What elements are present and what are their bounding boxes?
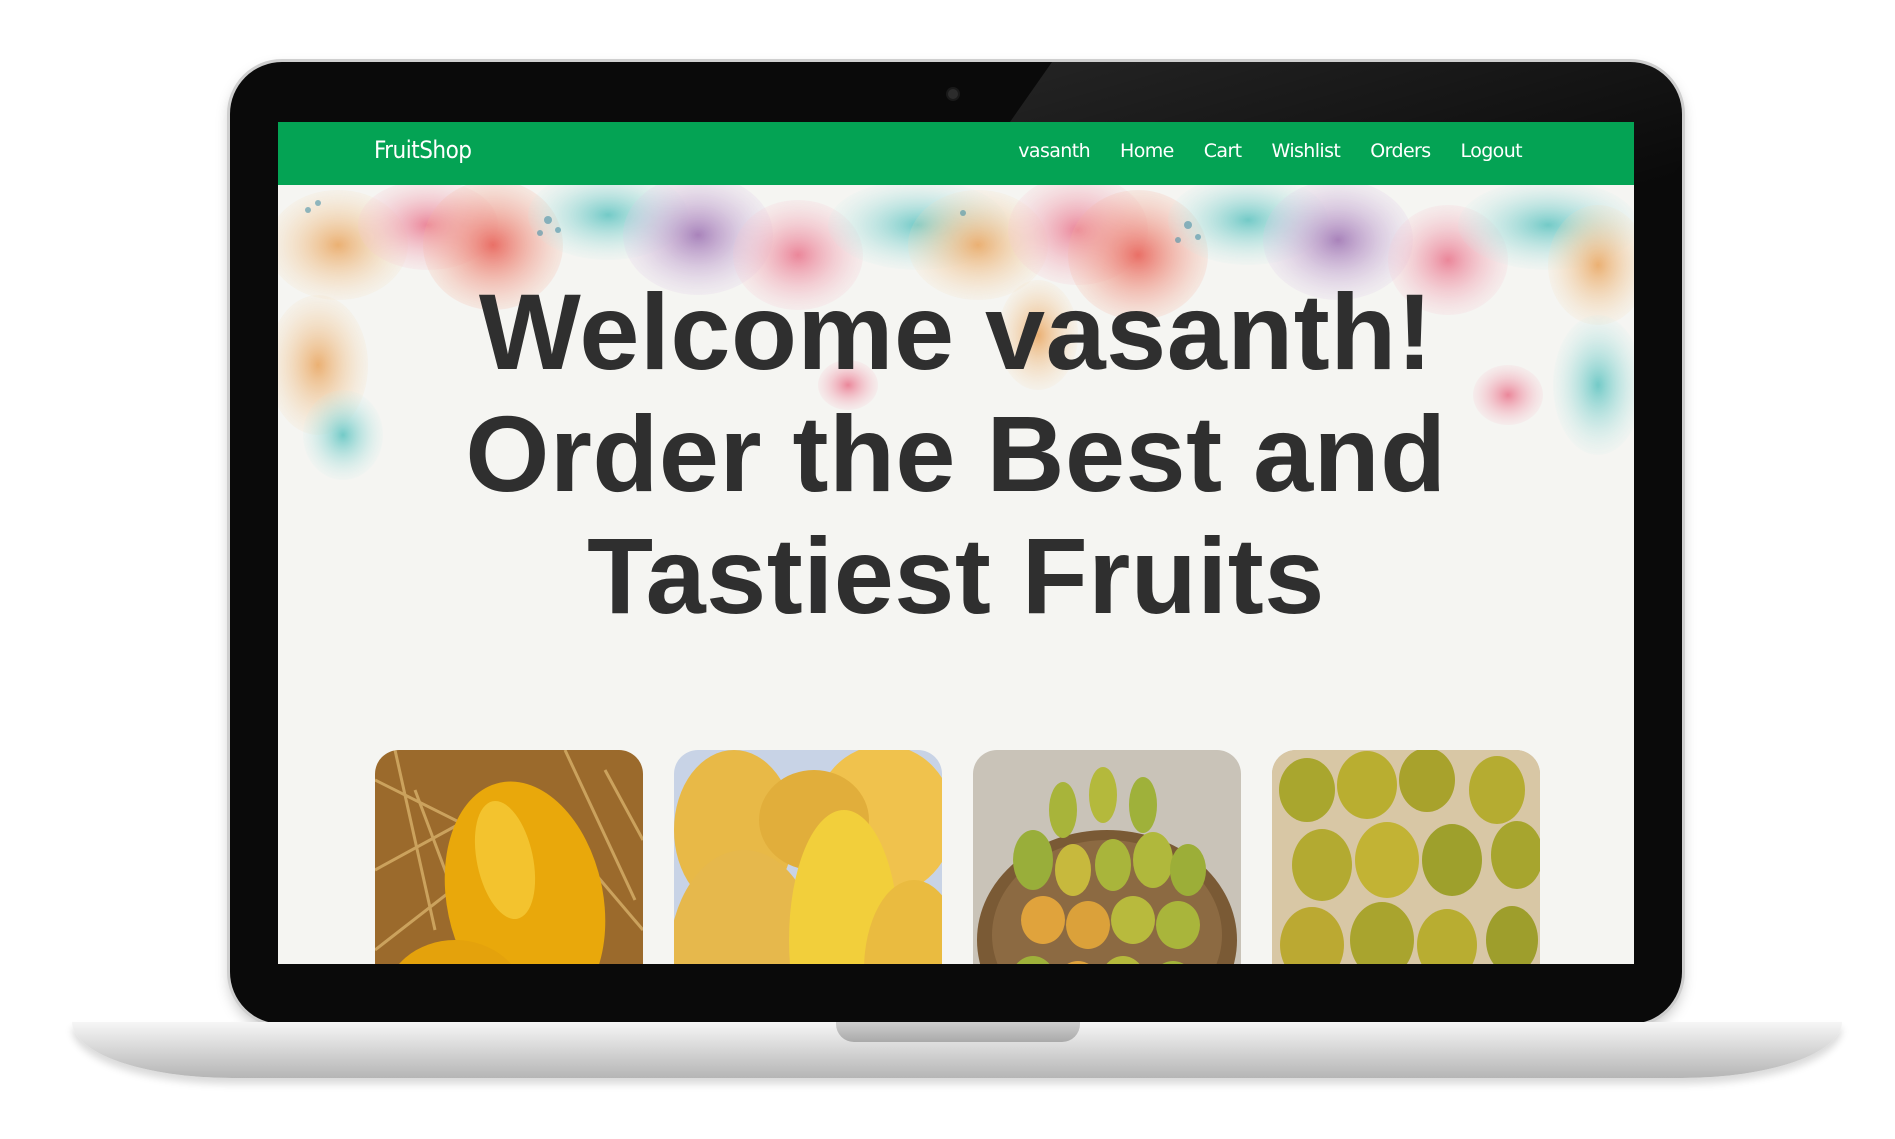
nav-orders[interactable]: Orders [1370,140,1431,162]
product-card[interactable] [375,750,643,964]
navbar: FruitShop vasanth Home Cart Wishlist Ord… [278,122,1634,185]
product-cards [375,750,1540,964]
nav-menu: vasanth Home Cart Wishlist Orders Logout [1018,140,1522,162]
mango-on-straw-image [375,750,643,964]
nav-cart[interactable]: Cart [1204,140,1242,162]
cut-mangoes-image [674,750,942,964]
browser-screen: FruitShop vasanth Home Cart Wishlist Ord… [278,122,1634,964]
brand-link[interactable]: FruitShop [374,136,472,164]
nav-home[interactable]: Home [1120,140,1174,162]
nav-user[interactable]: vasanth [1018,140,1090,162]
nav-logout[interactable]: Logout [1461,140,1523,162]
mango-basket-image [973,750,1241,964]
hero-section: Welcome vasanth! Order the Best and Tast… [278,185,1634,964]
hero-headline: Welcome vasanth! Order the Best and Tast… [465,271,1447,636]
product-card[interactable] [1272,750,1540,964]
webcam-icon [948,89,958,99]
nav-wishlist[interactable]: Wishlist [1272,140,1341,162]
product-card[interactable] [973,750,1241,964]
mango-crate-image [1272,750,1540,964]
laptop-notch [836,1022,1080,1042]
product-card[interactable] [674,750,942,964]
